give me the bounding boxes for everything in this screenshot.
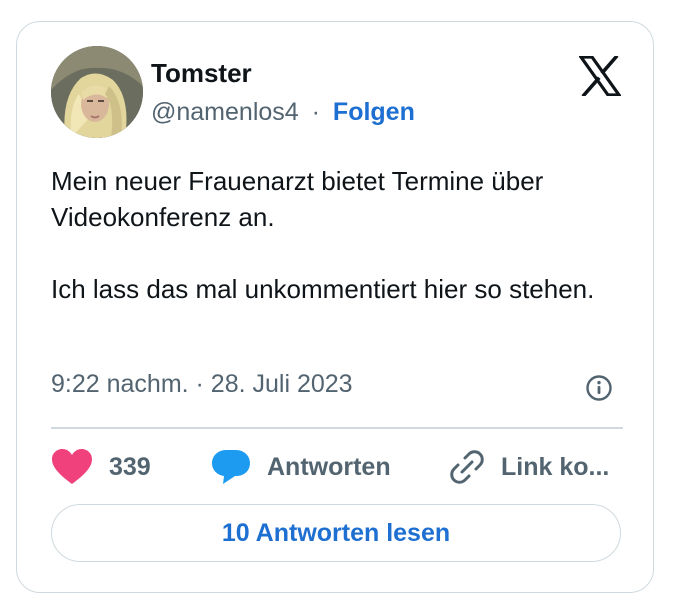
author-handle[interactable]: @namenlos4	[151, 98, 299, 126]
tweet-timestamp[interactable]: 9:22 nachm. · 28. Juli 2023	[51, 370, 353, 399]
tweet-paragraph: Ich lass das mal unkommentiert hier so s…	[51, 274, 595, 304]
follow-link[interactable]: Folgen	[333, 98, 415, 126]
copy-link-button[interactable]: Link ko...	[449, 446, 609, 488]
divider	[51, 427, 623, 429]
separator-dot: ·	[311, 98, 320, 126]
tweet-text: Mein neuer Frauenarzt bietet Termine übe…	[51, 163, 623, 307]
info-icon[interactable]	[585, 374, 613, 402]
avatar[interactable]	[51, 46, 143, 138]
tweet-actions: 339 Antworten Link ko...	[51, 446, 631, 488]
author-name[interactable]: Tomster	[151, 58, 252, 89]
link-icon	[450, 450, 484, 484]
tweet-paragraph: Mein neuer Frauenarzt bietet Termine übe…	[51, 166, 544, 232]
like-count: 339	[109, 452, 151, 481]
x-logo-icon[interactable]	[577, 54, 623, 98]
reply-button[interactable]: Antworten	[211, 446, 391, 488]
speech-bubble-icon	[212, 450, 250, 484]
reply-label: Antworten	[267, 452, 391, 481]
copy-link-label: Link ko...	[501, 452, 610, 481]
tweet-card: Tomster @namenlos4 · Folgen Mein neuer F…	[16, 21, 654, 593]
author-handle-row: @namenlos4 · Folgen	[151, 98, 415, 127]
avatar-image	[51, 46, 143, 138]
read-replies-button[interactable]: 10 Antworten lesen	[51, 504, 621, 562]
like-button[interactable]: 339	[51, 446, 151, 488]
heart-icon	[52, 449, 92, 484]
